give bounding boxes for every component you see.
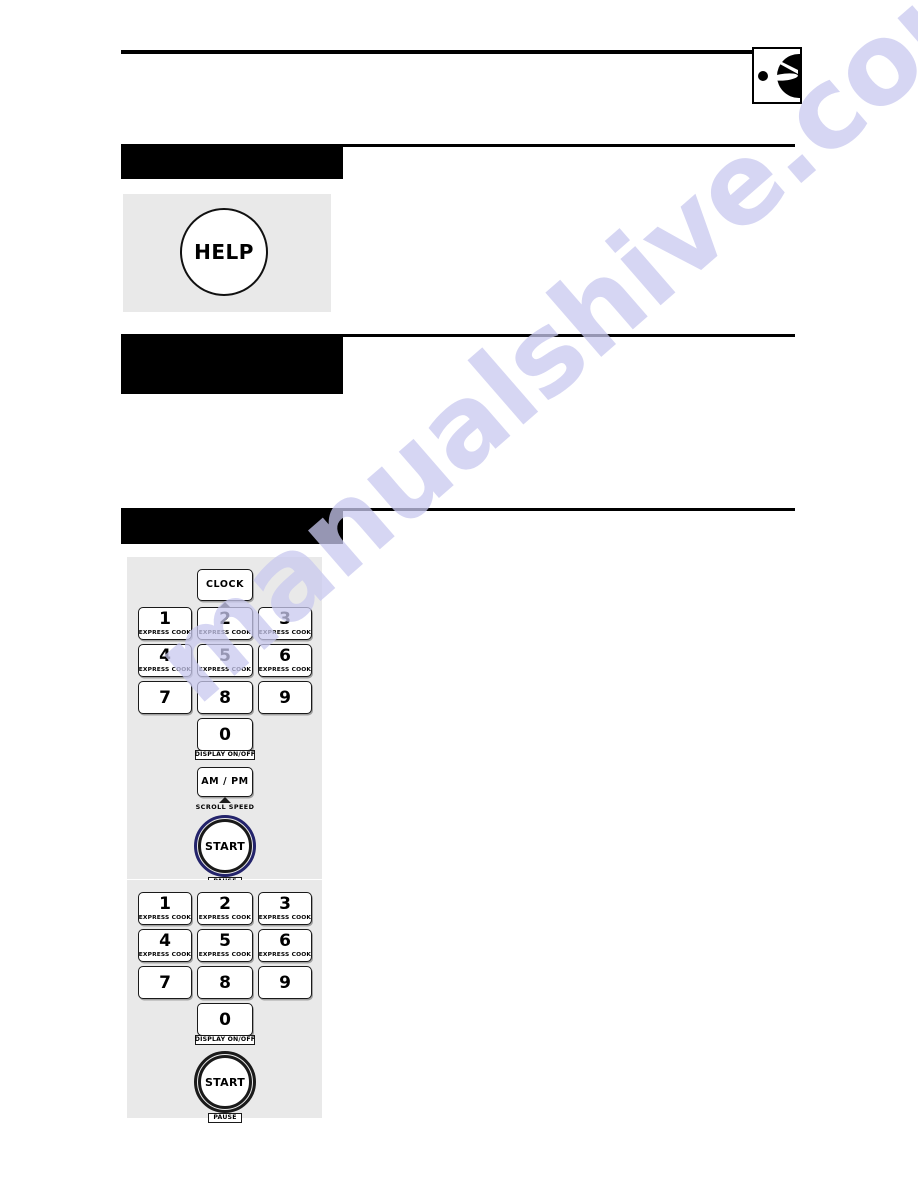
key-1[interactable]: 1 EXPRESS COOK <box>138 607 192 640</box>
key-digit: 9 <box>279 687 291 708</box>
key-3[interactable]: 3 EXPRESS COOK <box>258 607 312 640</box>
help-control-panel: HELP <box>123 194 331 312</box>
manual-page: manualshive.com HELP CLOCK 1 EXPRESS COO… <box>0 0 918 1188</box>
key-3[interactable]: 3 EXPRESS COOK <box>258 892 312 925</box>
start-button[interactable]: START <box>194 1051 256 1113</box>
key-digit: 6 <box>279 646 291 667</box>
key-digit: 3 <box>279 894 291 915</box>
key-digit: 2 <box>219 894 231 915</box>
control-knob-icon <box>752 47 802 104</box>
section-header-label <box>121 508 343 544</box>
key-2[interactable]: 2 EXPRESS COOK <box>197 892 253 925</box>
keypad-panel-secondary: 1 EXPRESS COOK 2 EXPRESS COOK 3 EXPRESS … <box>127 880 322 1123</box>
key-5[interactable]: 5 EXPRESS COOK <box>197 644 253 677</box>
key-digit: 2 <box>219 609 231 630</box>
key-digit: 7 <box>159 972 171 993</box>
start-button[interactable]: START <box>194 815 256 877</box>
key-sublabel: EXPRESS COOK <box>258 914 312 921</box>
key-6[interactable]: 6 EXPRESS COOK <box>258 644 312 677</box>
key-sublabel: EXPRESS COOK <box>138 951 192 958</box>
display-on-off-caption: DISPLAY ON/OFF <box>195 1035 255 1045</box>
key-digit: 9 <box>279 972 291 993</box>
display-on-off-label: DISPLAY ON/OFF <box>194 1035 256 1043</box>
key-9[interactable]: 9 <box>258 681 312 714</box>
start-button-label: START <box>204 839 246 853</box>
key-sublabel: EXPRESS COOK <box>138 629 192 636</box>
key-6[interactable]: 6 EXPRESS COOK <box>258 929 312 962</box>
start-button-label: START <box>204 1075 246 1089</box>
pause-caption: PAUSE <box>208 1113 242 1123</box>
am-pm-key[interactable]: AM / PM <box>197 767 253 797</box>
key-1[interactable]: 1 EXPRESS COOK <box>138 892 192 925</box>
section-header-label <box>121 144 343 179</box>
scroll-speed-caption: SCROLL SPEED <box>185 804 265 810</box>
key-digit: 0 <box>219 724 231 745</box>
keypad-panel-primary: CLOCK 1 EXPRESS COOK 2 EXPRESS COOK 3 EX… <box>127 557 322 887</box>
key-sublabel: EXPRESS COOK <box>138 914 192 921</box>
key-7[interactable]: 7 <box>138 681 192 714</box>
section-header-label <box>121 334 343 394</box>
key-sublabel: EXPRESS COOK <box>198 951 252 958</box>
key-sublabel: EXPRESS COOK <box>138 666 192 673</box>
key-9[interactable]: 9 <box>258 966 312 999</box>
key-digit: 6 <box>279 931 291 952</box>
key-digit: 8 <box>219 687 231 708</box>
key-digit: 4 <box>159 646 171 667</box>
help-button[interactable]: HELP <box>180 208 268 296</box>
key-digit: 0 <box>219 1009 231 1030</box>
key-0[interactable]: 0 <box>197 718 253 751</box>
key-sublabel: EXPRESS COOK <box>258 666 312 673</box>
display-on-off-label: DISPLAY ON/OFF <box>194 750 256 758</box>
control-knob-glyph <box>758 54 800 98</box>
page-top-rule <box>121 50 795 54</box>
display-on-off-caption: DISPLAY ON/OFF <box>195 750 255 760</box>
key-4[interactable]: 4 EXPRESS COOK <box>138 929 192 962</box>
key-digit: 4 <box>159 931 171 952</box>
pause-label: PAUSE <box>213 1113 237 1121</box>
key-7[interactable]: 7 <box>138 966 192 999</box>
key-digit: 1 <box>159 894 171 915</box>
key-digit: 7 <box>159 687 171 708</box>
key-sublabel: EXPRESS COOK <box>198 914 252 921</box>
key-8[interactable]: 8 <box>197 681 253 714</box>
key-0[interactable]: 0 <box>197 1003 253 1036</box>
key-digit: 8 <box>219 972 231 993</box>
key-sublabel: EXPRESS COOK <box>258 629 312 636</box>
key-sublabel: EXPRESS COOK <box>258 951 312 958</box>
key-digit: 5 <box>219 931 231 952</box>
key-digit: 3 <box>279 609 291 630</box>
clock-key[interactable]: CLOCK <box>197 569 253 601</box>
scroll-speed-label: SCROLL SPEED <box>195 803 255 811</box>
key-digit: 5 <box>219 646 231 667</box>
clock-key-label: CLOCK <box>205 579 245 591</box>
key-4[interactable]: 4 EXPRESS COOK <box>138 644 192 677</box>
key-5[interactable]: 5 EXPRESS COOK <box>197 929 253 962</box>
key-8[interactable]: 8 <box>197 966 253 999</box>
key-sublabel: EXPRESS COOK <box>198 666 252 673</box>
key-sublabel: EXPRESS COOK <box>198 629 252 636</box>
am-pm-key-label: AM / PM <box>201 776 249 788</box>
key-digit: 1 <box>159 609 171 630</box>
key-2[interactable]: 2 EXPRESS COOK <box>197 607 253 640</box>
